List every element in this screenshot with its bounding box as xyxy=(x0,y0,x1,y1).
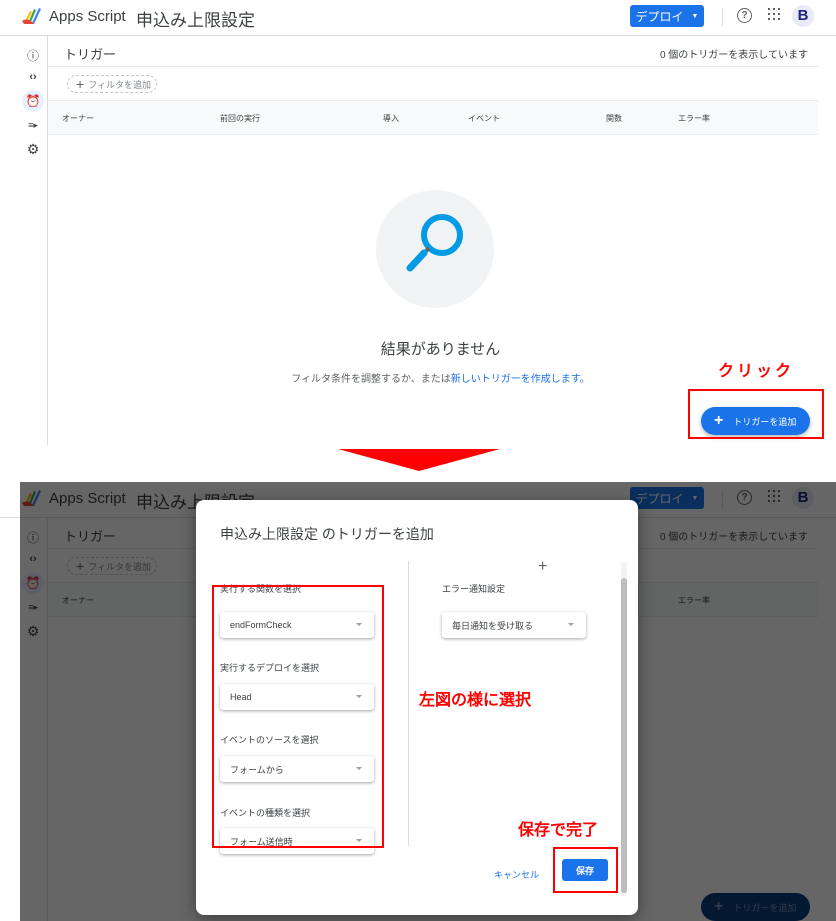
annotation-select-as-shown: 左図の様に選択 xyxy=(419,692,532,709)
divider xyxy=(0,35,836,36)
alarm-clock-icon[interactable]: ⏰ xyxy=(22,90,44,112)
annotation-save-to-finish: 保存で完了 xyxy=(518,822,599,839)
annotation-click: クリック xyxy=(718,363,795,380)
table-header: オーナー 前回の実行 導入 イベント 関数 エラー率 xyxy=(48,100,818,135)
empty-state-illustration xyxy=(376,190,494,308)
empty-state-title: 結果がありません xyxy=(380,341,501,358)
cancel-button[interactable]: キャンセル xyxy=(494,868,539,881)
error-notification-select[interactable]: 毎日通知を受け取る xyxy=(442,612,586,638)
add-trigger-dialog-screenshot: Apps Script 申込み上限設定 デプロイ ▼ ? B ⓘ ‹› ⏰ ≡▸… xyxy=(0,482,836,921)
caret-down-icon: ▼ xyxy=(691,12,699,20)
column-error-rate[interactable]: エラー率 xyxy=(678,113,710,124)
annotation-highlight-box xyxy=(688,389,824,439)
gear-icon[interactable]: ⚙ xyxy=(22,138,44,160)
column-function[interactable]: 関数 xyxy=(606,113,622,124)
deploy-button[interactable]: デプロイ ▼ xyxy=(630,5,704,27)
magnifier-icon xyxy=(406,214,463,272)
column-deployment[interactable]: 導入 xyxy=(383,113,399,124)
help-icon[interactable]: ? xyxy=(737,8,752,23)
divider xyxy=(722,8,723,26)
page-title: トリガー xyxy=(64,47,117,62)
executions-list-icon[interactable]: ≡▸ xyxy=(22,114,44,136)
divider xyxy=(48,66,818,67)
column-event[interactable]: イベント xyxy=(468,113,500,124)
dialog-title: 申込み上限設定 のトリガーを追加 xyxy=(220,526,434,542)
apps-grid-icon[interactable] xyxy=(768,8,780,20)
apps-script-logo-icon xyxy=(22,8,41,24)
empty-state-subtitle: フィルタ条件を調整するか、または新しいトリガーを作成します。 xyxy=(0,370,836,385)
avatar[interactable]: B xyxy=(792,5,814,27)
app-name: Apps Script xyxy=(49,8,126,25)
code-icon[interactable]: ‹› xyxy=(22,66,44,88)
column-last-run[interactable]: 前回の実行 xyxy=(220,113,260,124)
add-notification-plus-icon[interactable]: + xyxy=(538,558,547,576)
trigger-count: 0 個のトリガーを表示しています xyxy=(659,50,808,61)
triggers-page-screenshot: Apps Script 申込み上限設定 デプロイ ▼ ? B ⓘ ‹› ⏰ ≡▸… xyxy=(0,0,836,445)
error-notification-value: 毎日通知を受け取る xyxy=(452,620,534,631)
project-name[interactable]: 申込み上限設定 xyxy=(136,6,255,31)
deploy-label: デプロイ xyxy=(635,9,684,24)
add-filter-label: フィルタを追加 xyxy=(88,79,152,90)
add-filter-button[interactable]: + フィルタを追加 xyxy=(67,75,157,93)
caret-down-icon xyxy=(568,623,574,626)
column-owner[interactable]: オーナー xyxy=(62,113,94,124)
info-icon[interactable]: ⓘ xyxy=(22,44,44,66)
error-notification-label: エラー通知設定 xyxy=(442,584,506,594)
annotation-save-box xyxy=(553,847,618,893)
scrollbar-thumb[interactable] xyxy=(621,578,627,893)
app-bar: Apps Script 申込み上限設定 デプロイ ▼ ? B xyxy=(0,0,836,35)
annotation-selection-box xyxy=(212,585,384,848)
create-trigger-link[interactable]: 新しいトリガーを作成します。 xyxy=(451,374,590,385)
plus-icon: + xyxy=(76,76,85,92)
column-divider xyxy=(408,561,409,846)
down-arrow-annotation xyxy=(338,449,500,471)
empty-state-text: フィルタ条件を調整するか、または xyxy=(291,374,451,385)
